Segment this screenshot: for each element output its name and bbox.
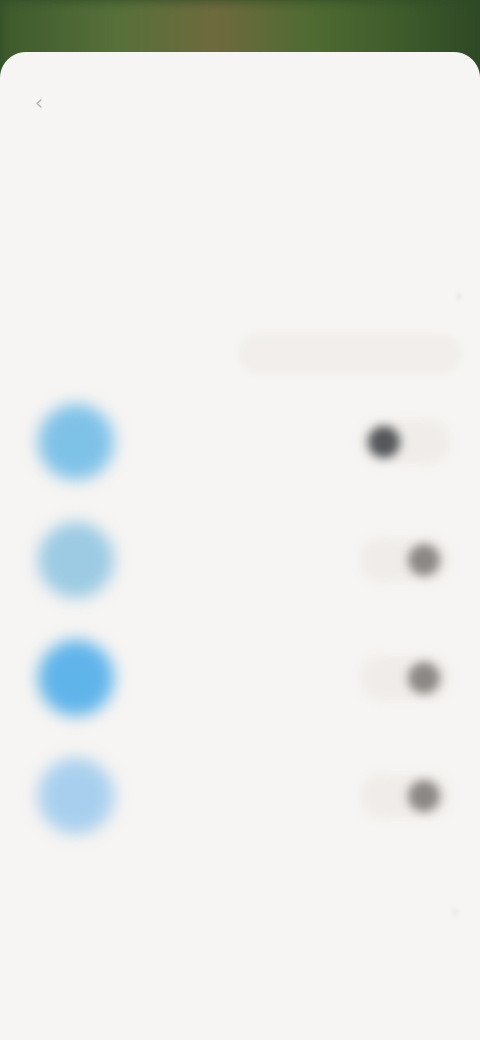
app-icon bbox=[38, 640, 114, 716]
toggle-switch[interactable] bbox=[360, 774, 450, 818]
header-action-button[interactable] bbox=[418, 92, 458, 116]
chevron-left-icon[interactable]: ‹ bbox=[24, 92, 54, 116]
tab-4[interactable] bbox=[442, 176, 462, 216]
toggle-switch[interactable] bbox=[360, 656, 450, 700]
sub-pill-button[interactable] bbox=[238, 334, 462, 374]
app-icon bbox=[38, 404, 114, 480]
tab-3[interactable] bbox=[301, 176, 321, 216]
list-item[interactable] bbox=[0, 634, 480, 730]
sheet-title bbox=[140, 90, 340, 118]
app-icon bbox=[38, 758, 114, 834]
tab-1[interactable] bbox=[18, 176, 38, 216]
bottom-sheet: ‹ › › bbox=[0, 52, 480, 1040]
app-icon bbox=[38, 522, 114, 598]
list-item[interactable] bbox=[0, 516, 480, 612]
toggle-switch[interactable] bbox=[360, 538, 450, 582]
toggle-switch[interactable] bbox=[360, 420, 450, 464]
section-header: › bbox=[18, 280, 462, 310]
list-item[interactable] bbox=[0, 398, 480, 494]
section-subrow bbox=[18, 334, 462, 374]
chevron-right-icon[interactable]: › bbox=[452, 902, 458, 921]
sheet-header: ‹ bbox=[0, 52, 480, 156]
chevron-right-icon[interactable]: › bbox=[456, 286, 462, 305]
tab-2[interactable] bbox=[159, 176, 179, 216]
tab-bar bbox=[18, 172, 462, 220]
list-item[interactable] bbox=[0, 752, 480, 848]
